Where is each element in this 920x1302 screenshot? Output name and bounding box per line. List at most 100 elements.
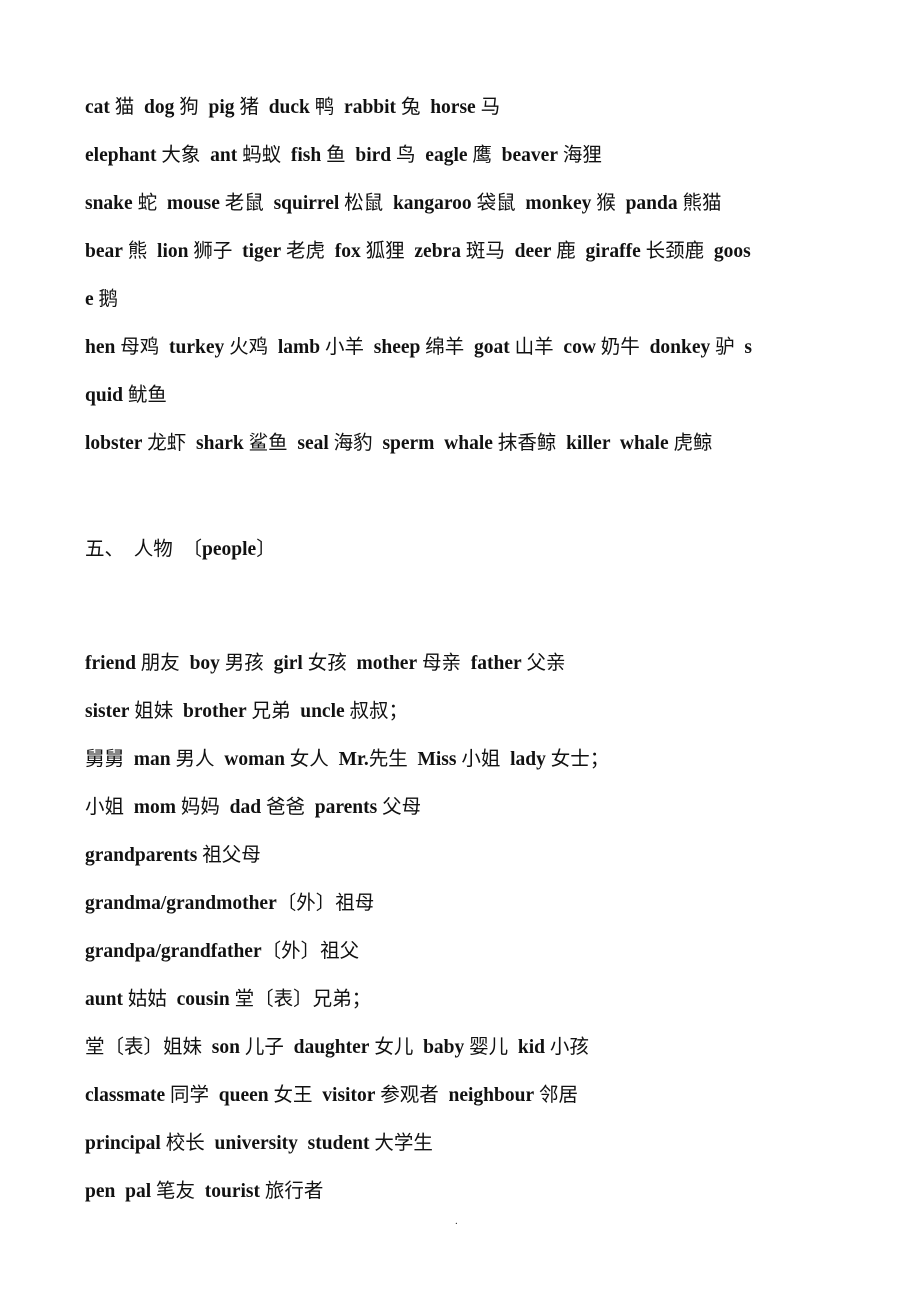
chinese-gloss: 袋鼠	[476, 193, 516, 214]
animals-line: snake 蛇 mouse 老鼠 squirrel 松鼠 kangaroo 袋鼠…	[85, 180, 845, 228]
english-term: sister	[85, 701, 130, 722]
english-term: quid	[85, 385, 123, 406]
english-term: goos	[713, 241, 751, 262]
chinese-gloss: 狗	[179, 97, 199, 118]
people-line: 堂〔表〕姐妹 son 儿子 daughter 女儿 baby 婴儿 kid 小孩	[85, 1024, 845, 1072]
english-term: classmate	[85, 1085, 166, 1106]
english-term: beaver	[501, 145, 558, 166]
english-term: bear	[85, 241, 123, 262]
chinese-gloss: 小羊	[325, 337, 365, 358]
heading-number: 五、	[85, 539, 125, 560]
english-term: mouse	[166, 193, 220, 214]
chinese-gloss: 女人	[289, 749, 329, 770]
english-term: kangaroo	[392, 193, 472, 214]
chinese-gloss: 〔外〕祖母	[276, 893, 375, 914]
english-term: shark	[196, 433, 244, 454]
english-term: cow	[563, 337, 596, 358]
animals-line: e 鹅	[85, 276, 845, 324]
chinese-gloss: 女孩	[307, 653, 347, 674]
english-term: donkey	[649, 337, 711, 358]
chinese-gloss: 先生	[368, 749, 408, 770]
chinese-gloss: 母亲	[421, 653, 461, 674]
chinese-gloss: 鱿鱼	[127, 385, 167, 406]
english-term: parents	[314, 797, 378, 818]
english-term: bird	[355, 145, 392, 166]
animals-word-list: cat 猫 dog 狗 pig 猪 duck 鸭 rabbit 兔 horse …	[85, 84, 845, 468]
chinese-gloss: 狮子	[193, 241, 233, 262]
english-term: cat	[85, 97, 110, 118]
english-term: brother	[183, 701, 247, 722]
chinese-gloss: 父亲	[526, 653, 566, 674]
chinese-gloss: 大学生	[374, 1133, 433, 1154]
chinese-gloss: 姐妹	[134, 701, 174, 722]
english-term: queen	[218, 1085, 269, 1106]
chinese-gloss: 男人	[175, 749, 215, 770]
chinese-gloss: 小姐	[461, 749, 501, 770]
english-term: aunt	[85, 989, 123, 1010]
english-term: e	[85, 289, 94, 310]
chinese-gloss: 兄弟	[251, 701, 291, 722]
english-term: sheep	[373, 337, 421, 358]
heading-chinese-label: 人物	[133, 539, 173, 560]
english-term: Mr.	[338, 749, 369, 770]
chinese-gloss: 山羊	[514, 337, 554, 358]
english-term: pen pal	[85, 1181, 152, 1202]
chinese-gloss: 狐狸	[365, 241, 405, 262]
chinese-gloss: 虎鲸	[673, 433, 713, 454]
chinese-gloss: 抹香鲸	[497, 433, 557, 454]
chinese-gloss: 鲨鱼	[248, 433, 288, 454]
english-term: hen	[85, 337, 116, 358]
english-term: fox	[334, 241, 361, 262]
english-term: elephant	[85, 145, 157, 166]
document-content: cat 猫 dog 狗 pig 猪 duck 鸭 rabbit 兔 horse …	[85, 84, 845, 1216]
chinese-gloss: 海豹	[333, 433, 373, 454]
animals-line: lobster 龙虾 shark 鲨鱼 seal 海豹 sperm whale …	[85, 420, 845, 468]
chinese-gloss: 男孩	[224, 653, 264, 674]
chinese-gloss: 儿子	[244, 1037, 284, 1058]
chinese-gloss: 叔叔；	[349, 701, 409, 722]
english-term: lion	[157, 241, 189, 262]
animals-line: bear 熊 lion 狮子 tiger 老虎 fox 狐狸 zebra 斑马 …	[85, 228, 845, 276]
chinese-gloss: 兔	[400, 97, 421, 118]
chinese-gloss: 猴	[596, 193, 616, 214]
heading-bracket-open: 〔	[182, 539, 203, 560]
heading-bracket-close: 〕	[256, 539, 276, 560]
english-term: Miss	[417, 749, 457, 770]
english-term: girl	[273, 653, 303, 674]
chinese-gloss: 爸爸	[265, 797, 305, 818]
english-term: s	[744, 337, 752, 358]
english-term: eagle	[425, 145, 468, 166]
chinese-gloss: 蛇	[137, 193, 158, 214]
english-term: lobster	[85, 433, 143, 454]
chinese-gloss: 长颈鹿	[645, 241, 705, 262]
chinese-gloss: 〔外〕祖父	[261, 941, 360, 962]
chinese-gloss: 堂〔表〕姐妹	[85, 1037, 203, 1058]
animals-line: cat 猫 dog 狗 pig 猪 duck 鸭 rabbit 兔 horse …	[85, 84, 845, 132]
animals-line: hen 母鸡 turkey 火鸡 lamb 小羊 sheep 绵羊 goat 山…	[85, 324, 845, 372]
chinese-gloss: 舅舅	[85, 749, 125, 770]
chinese-gloss: 同学	[170, 1085, 210, 1106]
chinese-gloss: 朋友	[140, 653, 180, 674]
people-line: grandpa/grandfather〔外〕祖父	[85, 928, 845, 976]
chinese-gloss: 绵羊	[425, 337, 465, 358]
chinese-gloss: 猫	[114, 97, 135, 118]
chinese-gloss: 女王	[273, 1085, 313, 1106]
chinese-gloss: 老虎	[285, 241, 325, 262]
english-term: kid	[517, 1037, 546, 1058]
english-term: lamb	[277, 337, 321, 358]
chinese-gloss: 熊	[127, 241, 148, 262]
english-term: pig	[208, 97, 235, 118]
english-term: horse	[430, 97, 476, 118]
chinese-gloss: 鹿	[556, 241, 576, 262]
english-term: grandpa/grandfather	[85, 941, 262, 962]
chinese-gloss: 大象	[161, 145, 201, 166]
section-spacer-above-heading	[85, 468, 845, 526]
english-term: woman	[224, 749, 285, 770]
english-term: university student	[214, 1133, 370, 1154]
english-term: ant	[210, 145, 238, 166]
english-term: lady	[510, 749, 546, 770]
english-term: grandparents	[85, 845, 198, 866]
chinese-gloss: 女儿	[374, 1037, 414, 1058]
chinese-gloss: 斑马	[465, 241, 505, 262]
english-term: daughter	[293, 1037, 370, 1058]
